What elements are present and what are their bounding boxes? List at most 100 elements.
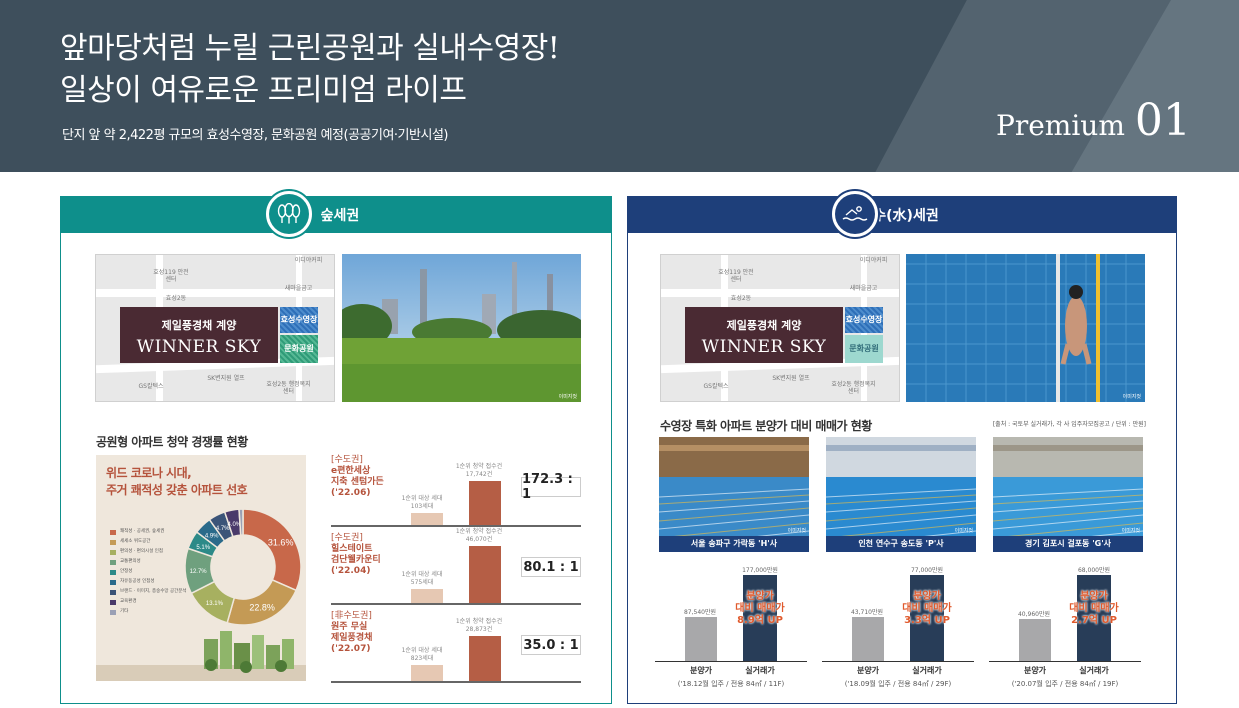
donut-label: 22.8% bbox=[249, 603, 275, 613]
competition-item: [수도권] e편한세상 지축 센텀가든 ('22.06) 1순위 대상 세대 1… bbox=[331, 455, 581, 527]
pool-caption: 서울 송파구 가락동 'H'사 bbox=[659, 536, 809, 552]
legend-label: 쾌적성 · 공세권, 숲세권 bbox=[120, 529, 165, 534]
page-title: 앞마당처럼 누릴 근린공원과 실내수영장! 일상이 여유로운 프리미엄 라이프 bbox=[60, 28, 560, 112]
brand-name: 제일풍경채 계양 bbox=[726, 319, 802, 332]
legend-item: 자유동공성 인접성 bbox=[110, 577, 187, 587]
map-label: GS칼텍스 bbox=[703, 383, 729, 390]
park-tag: 문화공원 bbox=[280, 335, 318, 363]
sale-price-label: 87,540만원 bbox=[683, 609, 717, 616]
x-label-sale: 분양가 bbox=[689, 666, 713, 675]
right-section-title: 수영장 특화 아파트 분양가 대비 매매가 현황 bbox=[660, 419, 872, 433]
baseline bbox=[331, 603, 581, 605]
sale-price-label: 40,960만원 bbox=[1017, 611, 1051, 618]
map-label: SK변지원 열프 bbox=[207, 375, 245, 382]
map-label: 새마을금고 bbox=[284, 285, 313, 292]
map-label: SK변지원 열프 bbox=[772, 375, 810, 382]
big-bar-value: 17,742건 bbox=[465, 471, 493, 478]
up-line-1: 분양가 bbox=[746, 591, 774, 602]
preference-title-1: 위드 코로나 시대, bbox=[106, 466, 192, 480]
legend-swatch bbox=[110, 539, 116, 545]
legend-swatch bbox=[110, 559, 116, 565]
map-label: 효성2동 bbox=[730, 295, 752, 302]
preference-donut: 31.6%22.8%13.1%12.7%5.1%4.9%4.7%4.0% bbox=[184, 508, 302, 626]
title-line-2: 일상이 여유로운 프리미엄 라이프 bbox=[60, 73, 467, 108]
legend-label: 세세소 위도공간 bbox=[120, 539, 151, 544]
source-note: [출처 : 국토부 실거래가, 각 사 입주자모집공고 / 단위 : 만원] bbox=[992, 421, 1146, 428]
apt-name: [非수도권] 원주 무실 제일풍경채 ('22.07) bbox=[331, 611, 372, 655]
apt-name: [수도권] 힐스테이트 검단웰카운티 ('22.04) bbox=[331, 533, 381, 577]
left-section-title: 공원형 아파트 청약 경쟁률 현황 bbox=[96, 435, 248, 449]
donut-label: 12.7% bbox=[190, 569, 208, 575]
brand-sub: WINNER SKY bbox=[701, 337, 827, 357]
brand-sub: WINNER SKY bbox=[136, 337, 262, 357]
market-price-label: 77,000만원 bbox=[910, 567, 944, 574]
up-line-1: 분양가 bbox=[913, 591, 941, 602]
x-label-market: 실거래가 bbox=[912, 666, 942, 675]
water-panel-bar: 수(水)세권 bbox=[628, 189, 1176, 239]
map-label: 효성2동 bbox=[165, 295, 187, 302]
forest-title: 숲세권 bbox=[320, 208, 360, 224]
donut-label: 13.1% bbox=[206, 601, 224, 607]
market-price-label: 68,000만원 bbox=[1077, 567, 1111, 574]
big-bar-caption: 1순위 청약 접수건 bbox=[455, 618, 503, 625]
sale-price-label: 43,710만원 bbox=[850, 609, 884, 616]
small-bar-value: 823세대 bbox=[410, 655, 434, 662]
title-line-1: 앞마당처럼 누릴 근린공원과 실내수영장! bbox=[60, 31, 560, 66]
apt-name-1: e편한세상 bbox=[331, 466, 371, 476]
apt-region: [수도권] bbox=[331, 533, 363, 543]
pool-footnote: ('18.09월 입주 / 전용 84㎡ / 29F) bbox=[844, 680, 952, 688]
small-bar-value: 575세대 bbox=[410, 579, 434, 586]
photo-caption: 이미지컷 bbox=[787, 528, 806, 534]
legend-swatch bbox=[110, 529, 116, 535]
legend-item: 브랜드 · 이미지, 층숭수망 공간분석 bbox=[110, 587, 187, 597]
up-line-3: 3.3억 UP bbox=[904, 615, 950, 626]
legend-item: 교통편의성 bbox=[110, 557, 187, 567]
x-label-sale: 분양가 bbox=[856, 666, 880, 675]
pool-caption: 경기 김포시 걸포동 'G'사 bbox=[993, 536, 1143, 552]
page-subtitle: 단지 앞 약 2,422평 규모의 효성수영장, 문화공원 예정(공공기여·기반… bbox=[62, 128, 448, 143]
ratio-box: 80.1 : 1 bbox=[521, 557, 581, 577]
legend-label: 기타 bbox=[120, 609, 129, 614]
pool-footnote: ('20.07월 입주 / 전용 84㎡ / 19F) bbox=[1011, 680, 1119, 688]
park-photo: 이미지컷 bbox=[342, 254, 581, 402]
brand-name: 제일풍경채 계양 bbox=[161, 319, 237, 332]
site-map: 효성119 안전센터 효성2동 이디야커피 새마을금고 SK변지원 열프 효성2… bbox=[95, 254, 335, 402]
big-bar bbox=[469, 481, 501, 525]
forest-panel: 숲세권 효성119 안전센터 효성2동 이디야커피 새마을금고 SK변지원 열프… bbox=[60, 189, 612, 704]
up-line-1: 분양가 bbox=[1080, 591, 1108, 602]
market-price-label: 177,000만원 bbox=[742, 567, 778, 574]
donut-label: 5.1% bbox=[196, 545, 210, 551]
price-chart: 87,540만원 177,000만원 분양가 대비 매매가 8.9억 UP 분양… bbox=[655, 565, 807, 695]
legend-swatch bbox=[110, 549, 116, 555]
ratio-box: 172.3 : 1 bbox=[521, 472, 581, 502]
competition-item: [수도권] 힐스테이트 검단웰카운티 ('22.04) 1순위 대상 세대 57… bbox=[331, 528, 581, 605]
small-bar-value: 103세대 bbox=[410, 503, 434, 510]
legend-swatch bbox=[110, 579, 116, 585]
header-banner: 앞마당처럼 누릴 근린공원과 실내수영장! 일상이 여유로운 프리미엄 라이프 … bbox=[0, 0, 1239, 172]
legend-label: 편의성 · 편의시설 인접 bbox=[120, 549, 163, 554]
site-map-right: 효성119 안전센터 효성2동 이디야커피 새마을금고 SK변지원 열프 효성2… bbox=[660, 254, 900, 402]
map-label: GS칼텍스 bbox=[138, 383, 164, 390]
price-chart: 43,710만원 77,000만원 분양가 대비 매매가 3.3억 UP 분양가… bbox=[822, 565, 974, 695]
preference-title: 위드 코로나 시대, 주거 쾌적성 갖춘 아파트 선호 bbox=[106, 465, 248, 499]
legend-label: 브랜드 · 이미지, 층숭수망 공간분석 bbox=[120, 589, 187, 594]
small-bar-label: 1순위 대상 세대 575세대 bbox=[397, 571, 447, 587]
baseline bbox=[822, 661, 974, 662]
map-label: 이디야커피 bbox=[859, 257, 888, 264]
pool-tag: 효성수영장 bbox=[280, 307, 318, 333]
pool-photo: 이미지컷 서울 송파구 가락동 'H'사 bbox=[659, 437, 809, 552]
apt-name-2: 지축 센텀가든 bbox=[331, 477, 384, 487]
sale-price-bar bbox=[1019, 619, 1051, 661]
apt-name: [수도권] e편한세상 지축 센텀가든 ('22.06) bbox=[331, 455, 384, 499]
legend-label: 자유동공성 인접성 bbox=[120, 579, 155, 584]
up-line-3: 2.7억 UP bbox=[1071, 615, 1117, 626]
up-line-2: 대비 매매가 bbox=[1069, 603, 1119, 614]
tree-icon bbox=[264, 189, 314, 239]
complex-brand: 제일풍경채 계양 WINNER SKY bbox=[120, 307, 278, 363]
legend-item: 편의성 · 편의시설 인접 bbox=[110, 547, 187, 557]
sale-price-bar bbox=[685, 617, 717, 661]
map-label: 효성119 안전센터 bbox=[718, 269, 754, 283]
x-label-market: 실거래가 bbox=[745, 666, 775, 675]
sale-price-bar bbox=[852, 617, 884, 661]
apt-region: [수도권] bbox=[331, 455, 363, 465]
